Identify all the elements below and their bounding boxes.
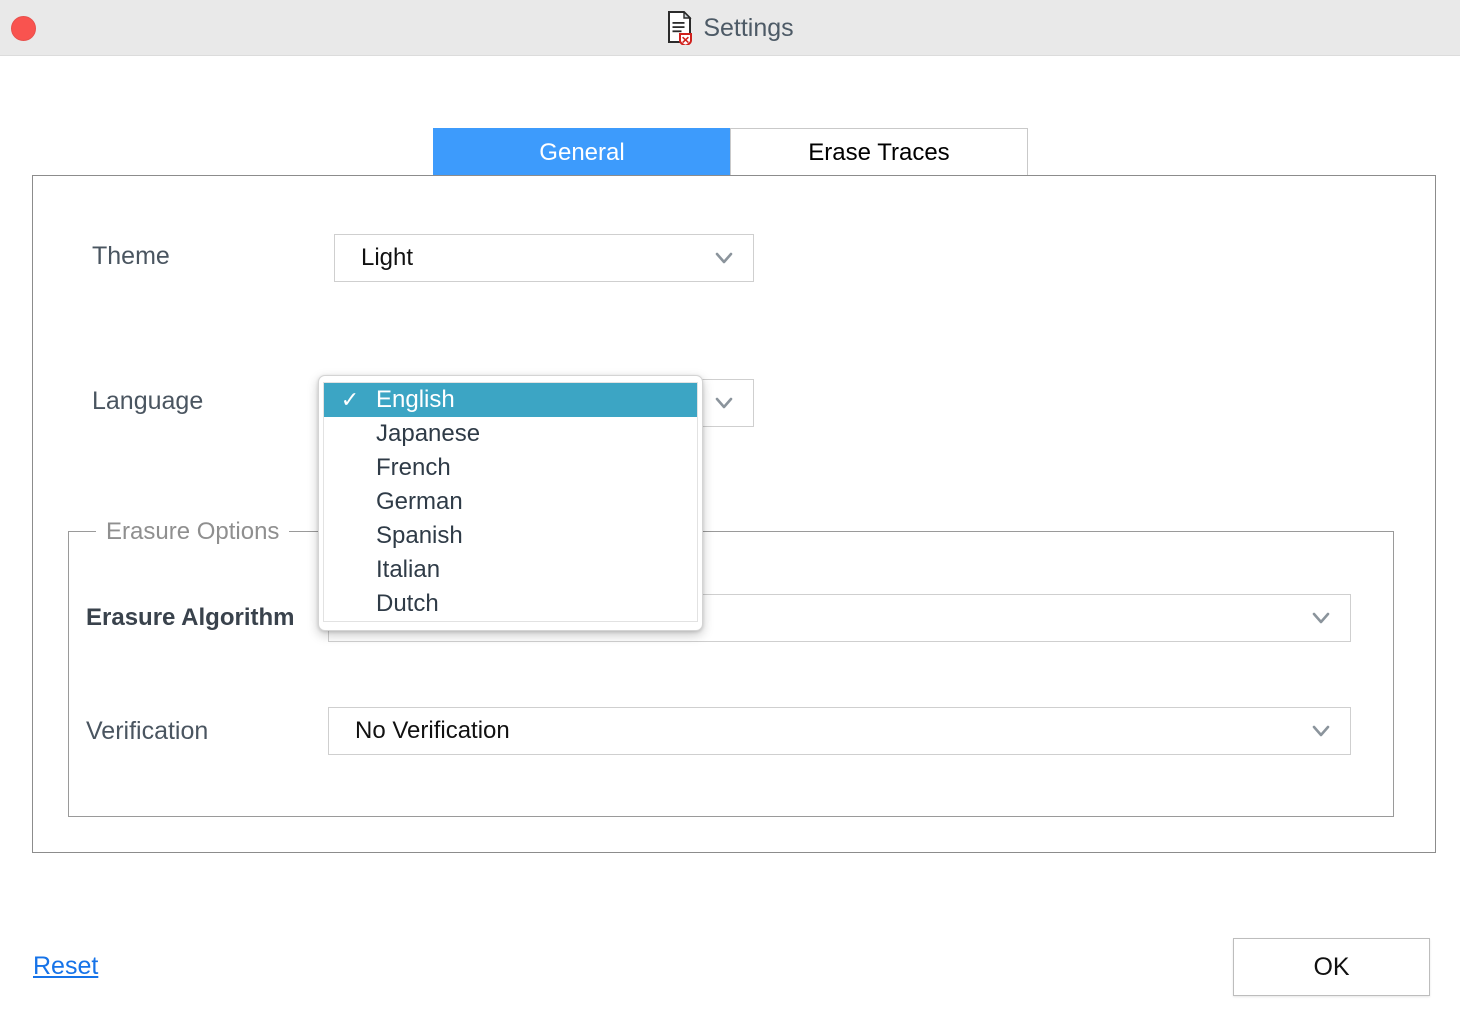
language-dropdown-popup: ✓ English Japanese French German Spanish Itali… bbox=[318, 375, 703, 631]
theme-select[interactable]: Light bbox=[334, 234, 754, 282]
tab-erase-traces-label: Erase Traces bbox=[808, 138, 950, 166]
erasure-options-legend: Erasure Options bbox=[96, 518, 290, 546]
chevron-down-icon bbox=[1306, 716, 1336, 746]
language-option-label: Dutch bbox=[376, 590, 439, 617]
language-option-english[interactable]: ✓ English bbox=[324, 383, 697, 417]
language-option-french[interactable]: French bbox=[324, 451, 697, 485]
verification-select-value: No Verification bbox=[355, 717, 510, 744]
language-option-label: Italian bbox=[376, 556, 441, 583]
check-icon: ✓ bbox=[340, 387, 360, 412]
window-titlebar: Settings bbox=[0, 0, 1460, 56]
language-option-label: Japanese bbox=[376, 420, 481, 447]
reset-link[interactable]: Reset bbox=[33, 952, 98, 981]
language-option-japanese[interactable]: Japanese bbox=[324, 417, 697, 451]
erasure-algorithm-row: Erasure Algorithm bbox=[86, 604, 295, 632]
erasure-options-groupbox bbox=[68, 531, 1394, 817]
chevron-down-icon bbox=[709, 388, 739, 418]
language-label: Language bbox=[92, 387, 204, 415]
language-option-dutch[interactable]: Dutch bbox=[324, 587, 697, 621]
language-option-label: French bbox=[376, 454, 451, 481]
settings-panel: Theme Light Language English Erasure Opt… bbox=[32, 175, 1436, 853]
ok-button[interactable]: OK bbox=[1233, 938, 1430, 996]
window-title: Settings bbox=[703, 13, 794, 42]
language-option-italian[interactable]: Italian bbox=[324, 553, 697, 587]
document-shield-icon bbox=[666, 10, 694, 47]
verification-select[interactable]: No Verification bbox=[328, 707, 1351, 755]
tab-erase-traces[interactable]: Erase Traces bbox=[730, 128, 1028, 177]
chevron-down-icon bbox=[1306, 603, 1336, 633]
verification-row: Verification bbox=[86, 717, 208, 746]
language-option-label: English bbox=[376, 386, 455, 413]
theme-row: Theme bbox=[92, 242, 170, 271]
theme-label: Theme bbox=[92, 242, 170, 270]
language-option-list: ✓ English Japanese French German Spanish Itali… bbox=[323, 382, 698, 622]
language-option-label: Spanish bbox=[376, 522, 463, 549]
tab-general[interactable]: General bbox=[433, 128, 731, 177]
language-row: Language bbox=[92, 387, 203, 416]
chevron-down-icon bbox=[709, 243, 739, 273]
settings-tabbar: General Erase Traces bbox=[433, 128, 1028, 177]
tab-general-label: General bbox=[539, 138, 625, 166]
ok-button-label: OK bbox=[1313, 952, 1350, 981]
window-title-group: Settings bbox=[0, 0, 1460, 56]
theme-select-value: Light bbox=[361, 244, 414, 271]
language-option-spanish[interactable]: Spanish bbox=[324, 519, 697, 553]
language-option-label: German bbox=[376, 488, 463, 515]
verification-label: Verification bbox=[86, 717, 209, 745]
language-option-german[interactable]: German bbox=[324, 485, 697, 519]
erasure-algorithm-label: Erasure Algorithm bbox=[86, 604, 295, 631]
